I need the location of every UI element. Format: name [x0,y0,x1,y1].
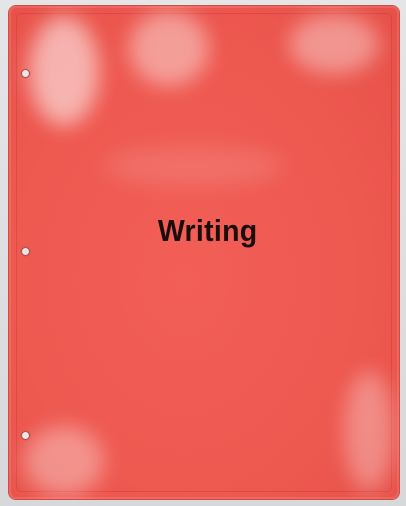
light-reflection [104,146,284,186]
binder-hole [21,69,30,78]
light-reflection [289,14,379,74]
photo-scene: Writing [0,0,406,506]
red-pocket-folder: Writing [9,6,399,499]
binder-hole [21,431,30,440]
light-reflection [344,371,394,491]
light-reflection [129,11,209,86]
light-reflection [24,426,104,496]
folder-label: Writing [157,213,258,248]
light-reflection [29,16,99,126]
